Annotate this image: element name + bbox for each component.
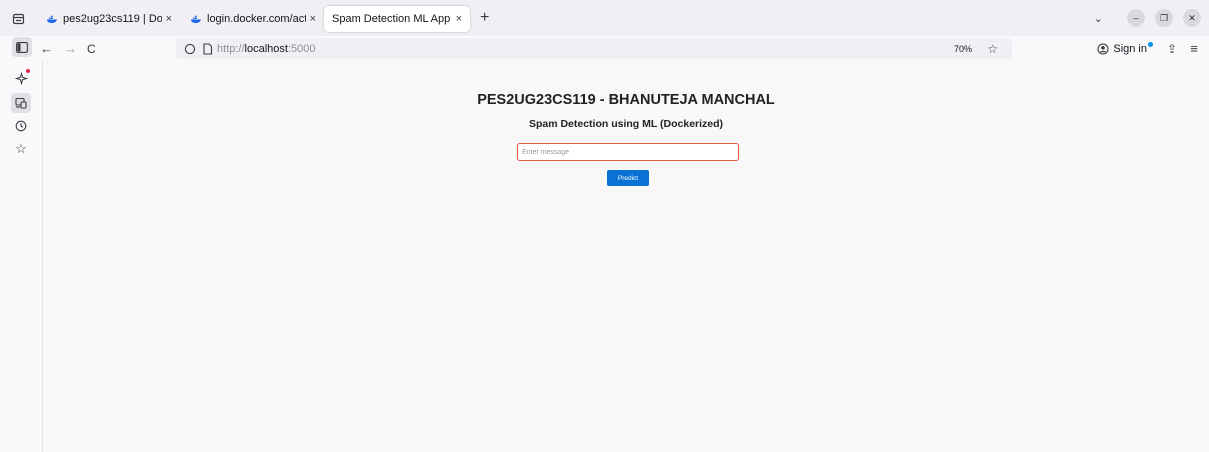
navigation-toolbar: ← → C http://localhost:5000 70% ☆ Sign i… xyxy=(0,36,1209,61)
url-text[interactable]: http://localhost:5000 xyxy=(217,43,315,55)
docker-whale-icon xyxy=(47,15,57,23)
tab-close-icon[interactable]: × xyxy=(456,13,462,25)
url-port: :5000 xyxy=(287,42,316,55)
notification-dot xyxy=(1148,42,1153,47)
page-icon xyxy=(203,42,213,55)
tab-strip: pes2ug23cs119 | Docker × login.docker.co… xyxy=(0,0,1209,36)
tab-title: Spam Detection ML App xyxy=(332,13,450,25)
page-title: PES2UG23CS119 - BHANUTEJA MANCHAL xyxy=(477,92,775,108)
new-tab-button[interactable]: + xyxy=(470,9,499,27)
back-button[interactable]: ← xyxy=(40,38,53,60)
synced-tabs-icon[interactable] xyxy=(11,93,31,113)
zoom-level-badge[interactable]: 70% xyxy=(954,44,972,54)
url-host: localhost xyxy=(244,42,288,55)
history-icon[interactable] xyxy=(11,116,31,136)
minimize-button[interactable]: – xyxy=(1127,9,1145,27)
devices-icon xyxy=(15,97,27,109)
tab-title: pes2ug23cs119 | Docker xyxy=(63,13,162,25)
shield-icon xyxy=(184,43,196,54)
url-scheme: http:// xyxy=(217,42,245,55)
restore-button[interactable]: ❐ xyxy=(1155,9,1173,27)
message-input[interactable] xyxy=(517,143,739,161)
notification-dot xyxy=(26,69,30,73)
bookmarks-icon[interactable]: ☆ xyxy=(11,139,31,159)
page-subtitle: Spam Detection using ML (Dockerized) xyxy=(528,118,724,130)
page-content: PES2UG23CS119 - BHANUTEJA MANCHAL Spam D… xyxy=(43,61,1209,452)
clock-icon xyxy=(15,120,27,132)
reload-button[interactable]: C xyxy=(87,38,96,60)
address-bar[interactable]: http://localhost:5000 70% ☆ xyxy=(176,38,1012,59)
sidebar-icon xyxy=(16,41,28,53)
tab-spam-detection[interactable]: Spam Detection ML App × xyxy=(324,6,470,32)
close-window-button[interactable]: ✕ xyxy=(1183,9,1201,27)
tab-docker-hub[interactable]: pes2ug23cs119 | Docker × xyxy=(36,6,180,32)
extensions-icon[interactable]: ⇪ xyxy=(1161,38,1183,60)
forward-button[interactable]: → xyxy=(64,38,77,60)
tab-docker-login[interactable]: login.docker.com/activate × xyxy=(180,6,324,32)
sign-in-label: Sign in xyxy=(1113,42,1147,55)
tab-close-icon[interactable]: × xyxy=(310,13,316,25)
toolbar-right: Sign in ⇪ ≡ xyxy=(1097,36,1209,61)
bookmark-star-icon[interactable]: ☆ xyxy=(987,42,998,56)
browser-window: pes2ug23cs119 | Docker × login.docker.co… xyxy=(0,0,1209,452)
sign-in-button[interactable]: Sign in xyxy=(1097,42,1153,55)
window-controls: ⌄ – ❐ ✕ xyxy=(1094,0,1201,36)
list-all-tabs-button[interactable]: ⌄ xyxy=(1094,12,1103,25)
predict-button[interactable]: Predict xyxy=(607,170,649,186)
sidebar: ☆ xyxy=(0,61,43,452)
account-icon xyxy=(1097,42,1109,55)
tab-close-icon[interactable]: × xyxy=(166,13,172,25)
ai-chatbot-icon[interactable] xyxy=(11,68,31,88)
sidebar-toggle-button[interactable] xyxy=(12,37,32,57)
docker-whale-icon xyxy=(191,15,201,23)
firefox-view-icon xyxy=(12,13,24,24)
menu-icon[interactable]: ≡ xyxy=(1183,38,1205,60)
firefox-view-button[interactable] xyxy=(0,0,36,36)
sparkle-icon xyxy=(14,71,28,85)
tab-title: login.docker.com/activate xyxy=(207,13,306,25)
